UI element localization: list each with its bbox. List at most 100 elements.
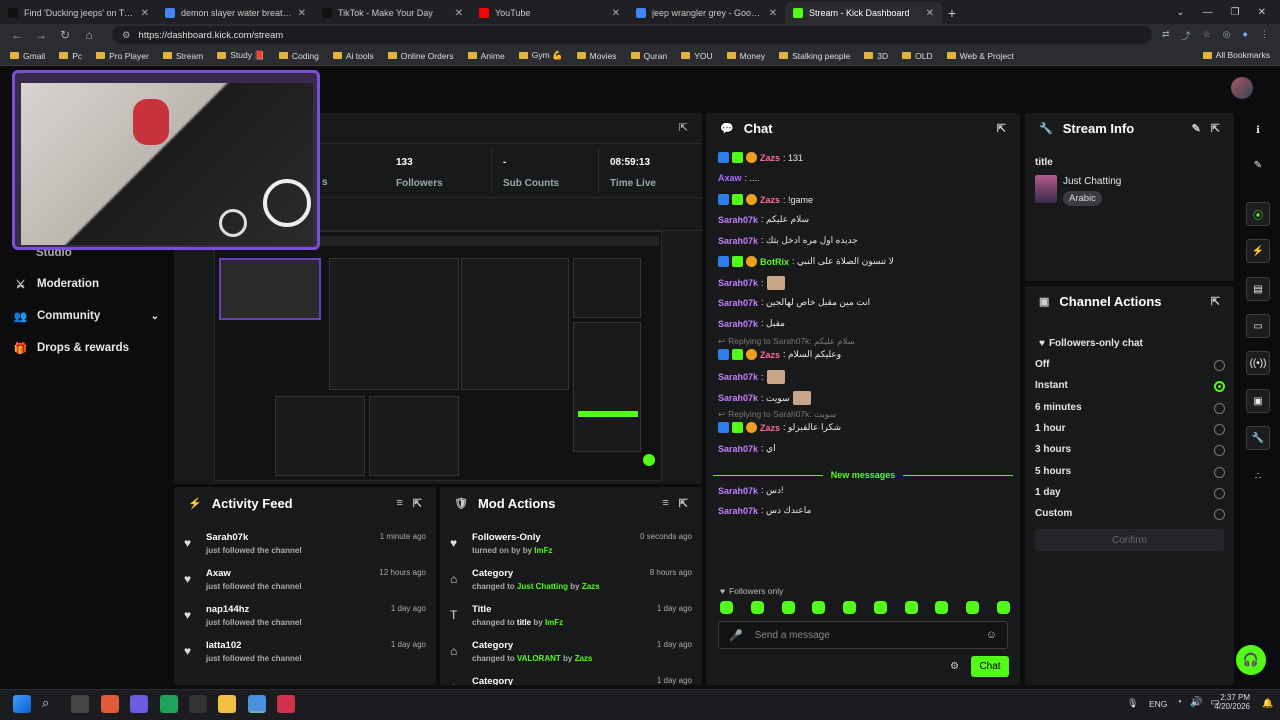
- bookmark-item[interactable]: Gmail: [10, 51, 45, 61]
- emote-icon[interactable]: [873, 601, 887, 614]
- browser-tab[interactable]: demon slayer water breathing ✕: [157, 2, 314, 24]
- menu-icon[interactable]: ⋮: [1260, 29, 1269, 42]
- reload-icon[interactable]: ↻: [58, 28, 72, 42]
- browser-tab[interactable]: Find 'Ducking jeeps' on TikTok ✕: [0, 2, 157, 24]
- chat-username[interactable]: Sarah07k: [718, 278, 758, 288]
- minimize-icon[interactable]: —: [1203, 7, 1213, 18]
- edit-rail-icon[interactable]: ✎: [1246, 153, 1270, 177]
- emote-icon[interactable]: [720, 601, 733, 614]
- confirm-button[interactable]: Confirm: [1035, 529, 1224, 551]
- notes-icon[interactable]: ▤: [1246, 277, 1270, 301]
- bookmark-item[interactable]: Web & Project: [946, 51, 1014, 61]
- radio-button[interactable]: [1214, 402, 1225, 414]
- windows-start-icon[interactable]: [13, 695, 31, 713]
- radio-option[interactable]: Custom: [1035, 508, 1225, 522]
- radio-option[interactable]: Instant: [1035, 380, 1225, 394]
- camera-icon[interactable]: ⦿: [1246, 202, 1270, 226]
- bookmark-item[interactable]: Anime: [467, 51, 505, 61]
- activity-username[interactable]: latta102: [206, 640, 241, 651]
- forward-icon[interactable]: →: [34, 28, 48, 42]
- chat-username[interactable]: Sarah07k: [718, 372, 758, 382]
- radio-button[interactable]: [1214, 445, 1225, 457]
- radio-button[interactable]: [1214, 423, 1225, 435]
- bookmark-item[interactable]: YOU: [681, 51, 713, 61]
- chat-username[interactable]: Sarah07k: [718, 444, 758, 454]
- chat-username[interactable]: Sarah07k: [718, 393, 758, 403]
- close-tab-icon[interactable]: ✕: [769, 8, 777, 19]
- site-info-icon[interactable]: ⚙: [122, 30, 131, 41]
- chat-username[interactable]: Sarah07k: [718, 506, 758, 516]
- emote-icon[interactable]: [750, 601, 764, 614]
- chat-input[interactable]: 🎤 Send a message ☺: [718, 621, 1008, 649]
- close-window-icon[interactable]: ✕: [1258, 7, 1266, 18]
- chat-username[interactable]: Sarah07k: [718, 298, 758, 308]
- browser-tab[interactable]: YouTube ✕: [471, 2, 628, 24]
- new-tab-icon[interactable]: +: [942, 2, 962, 24]
- bookmark-item[interactable]: OLD: [902, 51, 933, 61]
- bookmark-item[interactable]: 3D: [864, 51, 888, 61]
- mod-action-user[interactable]: ImFz: [545, 618, 563, 627]
- bookmark-item[interactable]: Ai tools: [332, 51, 374, 61]
- bookmark-item[interactable]: Money: [726, 51, 765, 61]
- chat-send-button[interactable]: Chat: [971, 656, 1009, 677]
- sidebar-item-drops[interactable]: 🎁 Drops & rewards: [14, 339, 129, 357]
- chat-rail-icon[interactable]: ▭: [1246, 314, 1270, 338]
- extension-icon[interactable]: ◎: [1223, 29, 1231, 42]
- emote-icon[interactable]: [996, 601, 1010, 614]
- mic-tray-icon[interactable]: 🎙: [1127, 698, 1138, 709]
- chat-settings-icon[interactable]: ⚙: [950, 661, 959, 672]
- filter-icon[interactable]: ≡: [662, 497, 668, 509]
- maximize-icon[interactable]: ❐: [1231, 7, 1240, 18]
- app-icon[interactable]: [160, 695, 178, 713]
- edit-icon[interactable]: ✎: [1192, 122, 1201, 135]
- app-icon[interactable]: [189, 695, 207, 713]
- all-bookmarks[interactable]: All Bookmarks: [1202, 50, 1270, 60]
- bookmark-icon[interactable]: ☆: [1203, 29, 1211, 42]
- translate-icon[interactable]: ⇄: [1162, 29, 1170, 42]
- profile-icon[interactable]: ●: [1243, 29, 1248, 42]
- close-tab-icon[interactable]: ✕: [455, 8, 463, 19]
- browser-icon[interactable]: [248, 695, 266, 713]
- app-icon[interactable]: [130, 695, 148, 713]
- popout-icon[interactable]: ⇱: [1211, 122, 1220, 135]
- stream-video-preview[interactable]: [214, 231, 662, 481]
- bookmark-item[interactable]: Stalking people: [779, 51, 850, 61]
- radio-option[interactable]: Off: [1035, 359, 1225, 373]
- url-field[interactable]: ⚙ https://dashboard.kick.com/stream: [112, 26, 1152, 44]
- chat-username[interactable]: Sarah07k: [718, 319, 758, 329]
- radio-option[interactable]: 6 minutes: [1035, 402, 1225, 416]
- emote-icon[interactable]: [812, 601, 826, 614]
- activity-username[interactable]: nap144hz: [206, 604, 249, 615]
- bookmark-item[interactable]: Quran: [630, 51, 667, 61]
- radio-button[interactable]: [1214, 381, 1225, 393]
- new-messages-label[interactable]: New messages: [831, 470, 896, 480]
- bookmark-item[interactable]: Pc: [59, 51, 82, 61]
- language-indicator[interactable]: ENG: [1149, 699, 1167, 709]
- share-icon[interactable]: ⤴: [1182, 29, 1191, 42]
- emote-icon[interactable]: [966, 601, 980, 614]
- activity-username[interactable]: Axaw: [206, 568, 231, 579]
- chat-username[interactable]: BotRix: [760, 257, 789, 267]
- bookmark-item[interactable]: Pro Player: [96, 51, 149, 61]
- browser-tab[interactable]: jeep wrangler grey - Google Se ✕: [628, 2, 785, 24]
- back-icon[interactable]: ←: [10, 28, 24, 42]
- chat-username[interactable]: Sarah07k: [718, 215, 758, 225]
- bookmark-item[interactable]: Online Orders: [387, 51, 454, 61]
- radio-button[interactable]: [1214, 360, 1225, 371]
- chat-username[interactable]: Zazs: [760, 423, 780, 433]
- bookmark-item[interactable]: Study 📕: [217, 50, 265, 61]
- nodes-icon[interactable]: ∴: [1246, 464, 1270, 488]
- chat-username[interactable]: Zazs: [760, 350, 780, 360]
- mod-action-user[interactable]: Zazs: [575, 654, 593, 663]
- search-icon[interactable]: ⌕: [42, 695, 60, 713]
- chat-username[interactable]: Axaw: [718, 173, 742, 183]
- chat-username[interactable]: Zazs: [760, 195, 780, 205]
- emoji-icon[interactable]: ☺: [986, 629, 997, 641]
- notification-icon[interactable]: 🔔: [1262, 698, 1273, 709]
- radio-button[interactable]: [1214, 509, 1225, 521]
- bookmark-item[interactable]: Stream: [162, 51, 203, 61]
- bookmark-item[interactable]: Coding: [278, 51, 319, 61]
- file-explorer-icon[interactable]: [218, 695, 236, 713]
- lightning-icon[interactable]: ⚡: [1246, 239, 1270, 263]
- popout-icon[interactable]: ⇱: [679, 497, 688, 510]
